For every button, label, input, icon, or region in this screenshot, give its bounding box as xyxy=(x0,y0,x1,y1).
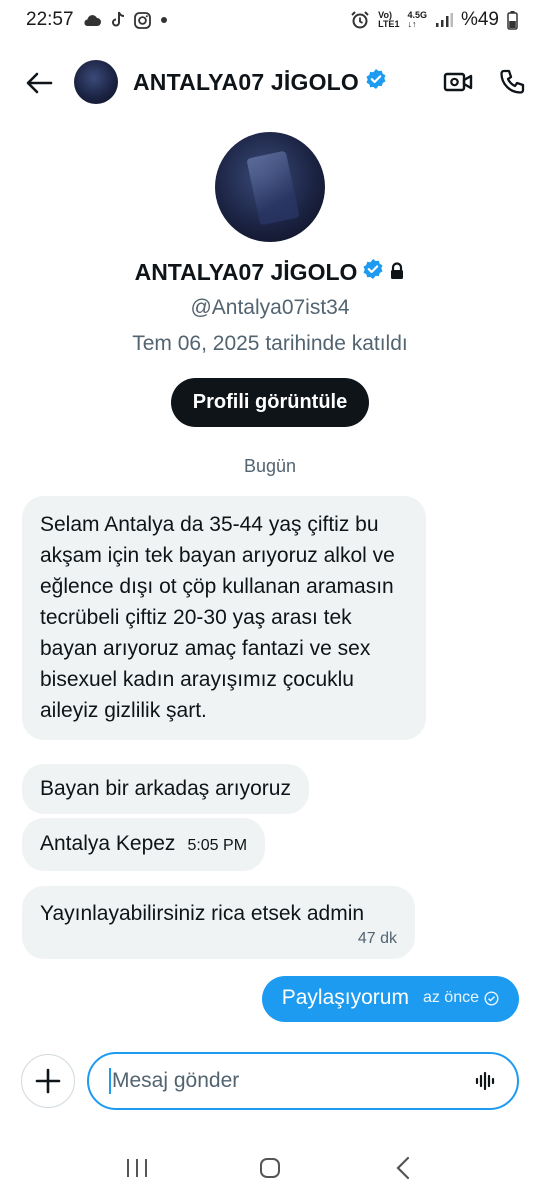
message-time: 5:05 PM xyxy=(187,837,248,854)
verified-badge-icon xyxy=(365,68,387,96)
add-media-button[interactable] xyxy=(21,1054,75,1108)
nav-back-button[interactable] xyxy=(383,1148,423,1188)
dot-icon xyxy=(159,15,169,25)
battery-percent: %49 xyxy=(460,9,499,30)
message-text: Yayınlayabilirsiniz rica etsek admin xyxy=(40,902,365,925)
message-text: Antalya Kepez xyxy=(40,832,176,855)
video-camera-icon xyxy=(443,72,473,92)
profile-summary: ANTALYA07 JİGOLO @Antalya07ist34 Tem 06,… xyxy=(0,132,540,427)
network-indicator: Vo) LTE1 xyxy=(378,11,399,29)
video-call-button[interactable] xyxy=(440,64,476,100)
system-nav-bar xyxy=(0,1140,540,1196)
message-time: 47 dk xyxy=(357,930,397,947)
header-title-text: ANTALYA07 JİGOLO xyxy=(133,68,360,95)
profile-name: ANTALYA07 JİGOLO xyxy=(0,258,540,286)
status-bar: 22:57 Vo) LTE1 4.5G ↓↑ %49 xyxy=(0,0,540,40)
conversation-header: ANTALYA07 JİGOLO xyxy=(0,50,540,116)
message-time-wrap: az önce xyxy=(423,989,499,1007)
message-composer[interactable] xyxy=(87,1052,519,1110)
voice-message-button[interactable] xyxy=(475,1070,497,1092)
network-bottom: LTE1 xyxy=(378,19,400,29)
home-icon xyxy=(259,1158,280,1178)
message-text: Selam Antalya da 35-44 yaş çiftiz bu akş… xyxy=(40,513,395,722)
profile-avatar[interactable] xyxy=(215,132,325,242)
data-bottom: ↓↑ xyxy=(407,19,417,29)
arrow-left-icon xyxy=(26,72,53,94)
message-input[interactable] xyxy=(112,1069,472,1093)
back-button[interactable] xyxy=(22,66,56,100)
cloud-icon xyxy=(82,13,102,27)
instagram-icon xyxy=(133,11,151,29)
message-time: az önce xyxy=(422,989,479,1006)
voice-waveform-icon xyxy=(475,1071,495,1091)
sent-check-icon xyxy=(484,990,499,1006)
day-separator: Bugün xyxy=(243,456,297,476)
header-avatar[interactable] xyxy=(74,60,118,104)
profile-joined-date: Tem 06, 2025 tarihinde katıldı xyxy=(132,332,408,355)
recent-apps-icon xyxy=(126,1159,147,1177)
plus-icon xyxy=(35,1068,61,1094)
message-text: Bayan bir arkadaş arıyoruz xyxy=(40,777,291,800)
battery-icon xyxy=(507,10,518,30)
signal-icon xyxy=(435,12,453,28)
incoming-message[interactable]: Bayan bir arkadaş arıyoruz xyxy=(22,764,309,814)
home-button[interactable] xyxy=(250,1148,290,1188)
tiktok-icon xyxy=(110,11,126,29)
view-profile-button[interactable]: Profili görüntüle xyxy=(170,378,370,427)
lock-icon xyxy=(389,259,405,286)
profile-name-text: ANTALYA07 JİGOLO xyxy=(134,258,358,285)
alarm-icon xyxy=(350,10,370,30)
profile-handle: @Antalya07ist34 xyxy=(190,296,350,319)
incoming-message[interactable]: Yayınlayabilirsiniz rica etsek admin 47 … xyxy=(22,886,415,959)
incoming-message[interactable]: Antalya Kepez 5:05 PM xyxy=(22,818,266,871)
chevron-left-icon xyxy=(396,1156,410,1180)
phone-icon xyxy=(500,69,525,94)
data-indicator: 4.5G ↓↑ xyxy=(407,11,427,29)
header-title[interactable]: ANTALYA07 JİGOLO xyxy=(133,68,387,96)
text-cursor xyxy=(109,1068,111,1094)
outgoing-message[interactable]: Paylaşıyorum az önce xyxy=(261,976,519,1022)
incoming-message[interactable]: Selam Antalya da 35-44 yaş çiftiz bu akş… xyxy=(22,496,426,740)
recent-apps-button[interactable] xyxy=(117,1148,157,1188)
message-text: Paylaşıyorum xyxy=(281,986,409,1009)
status-time: 22:57 xyxy=(26,9,74,30)
voice-call-button[interactable] xyxy=(494,64,530,100)
verified-badge-icon xyxy=(362,258,384,286)
